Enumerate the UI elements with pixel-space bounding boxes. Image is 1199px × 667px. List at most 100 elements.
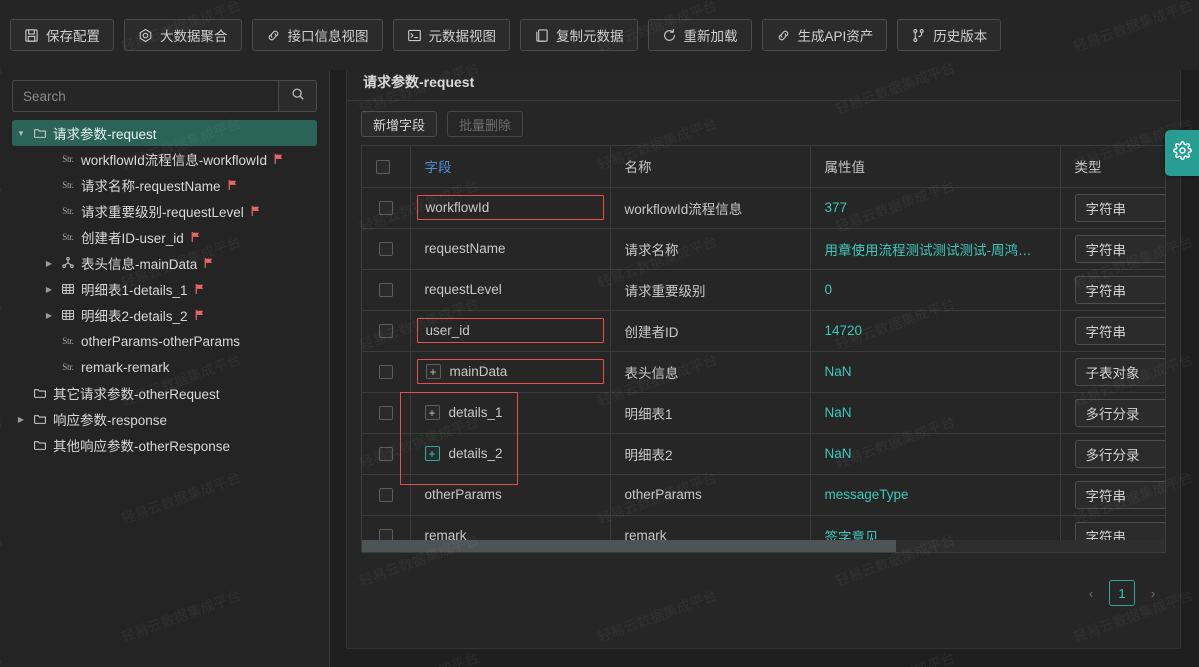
toolbar-button-7[interactable]: 生成API资产	[761, 19, 888, 51]
row-expand-icon[interactable]: +	[424, 446, 440, 461]
type-select-value: 字符串	[1085, 324, 1127, 340]
name-column-cell[interactable]: 表头信息	[610, 351, 811, 393]
tree-item-6[interactable]: ▶ 表头信息-mainData	[12, 250, 317, 276]
row-checkbox[interactable]	[378, 529, 393, 540]
search-button[interactable]	[278, 81, 316, 111]
toolbar-button-1[interactable]: 保存配置	[10, 19, 114, 51]
tree-item-10[interactable]: Str. remark-remark	[12, 354, 317, 380]
table-hscrollbar[interactable]	[361, 540, 1166, 553]
value-column-cell[interactable]: NaN	[810, 351, 1061, 393]
table-row: + mainData 表头信息 NaN 子表对象▼	[362, 351, 1165, 393]
search-input[interactable]	[13, 81, 278, 111]
toolbar-button-6[interactable]: 重新加载	[647, 19, 752, 51]
name-column-cell[interactable]: otherParams	[610, 474, 811, 516]
chevron-right-icon[interactable]: ▶	[40, 259, 58, 268]
field-column-cell[interactable]: + details_1	[410, 392, 611, 434]
value-column-cell[interactable]: 14720	[810, 310, 1061, 352]
name-column-cell[interactable]: 请求名称	[610, 228, 811, 270]
field-column-cell[interactable]: remark	[410, 515, 611, 540]
chevron-right-icon[interactable]: ▶	[40, 285, 58, 294]
chevron-right-icon[interactable]: ▶	[40, 311, 58, 320]
type-select[interactable]: 字符串▼	[1074, 316, 1165, 345]
tree-item-9[interactable]: Str. otherParams-otherParams	[12, 328, 317, 354]
toolbar-button-8[interactable]: 历史版本	[897, 19, 1002, 51]
row-expand-icon[interactable]: +	[424, 405, 440, 420]
field-column-cell[interactable]: user_id	[410, 310, 611, 352]
row-value[interactable]: 签字意见	[825, 530, 879, 541]
type-select[interactable]: 字符串▼	[1074, 193, 1165, 222]
field-column-cell[interactable]: workflowId	[410, 187, 611, 229]
name-column-cell[interactable]: 创建者ID	[610, 310, 811, 352]
tree-item-13[interactable]: 其他响应参数-otherResponse	[12, 432, 317, 458]
row-value[interactable]: 用章使用流程测试测试测试-周鸿孝...	[825, 239, 1043, 259]
row-value[interactable]: NaN	[825, 405, 852, 420]
pagination-prev[interactable]: ‹	[1080, 582, 1102, 604]
toolbar-button-5[interactable]: 复制元数据	[520, 19, 638, 51]
row-value[interactable]: 14720	[825, 323, 863, 338]
name-column-cell[interactable]: remark	[610, 515, 811, 540]
field-column-cell[interactable]: requestLevel	[410, 269, 611, 311]
pagination-page-1[interactable]: 1	[1109, 580, 1135, 606]
row-checkbox[interactable]	[378, 365, 393, 380]
row-value[interactable]: 377	[825, 200, 848, 215]
table-hscrollbar-thumb[interactable]	[362, 540, 896, 552]
toolbar-button-4[interactable]: 元数据视图	[392, 19, 510, 51]
tree-item-11[interactable]: 其它请求参数-otherRequest	[12, 380, 317, 406]
value-column-cell[interactable]: messageType	[810, 474, 1061, 516]
table-actions: 新增字段 批量删除	[347, 101, 1180, 145]
row-value[interactable]: NaN	[825, 446, 852, 461]
add-field-button[interactable]: 新增字段	[361, 111, 438, 137]
row-value[interactable]: 0	[825, 282, 833, 297]
chevron-down-icon[interactable]: ▼	[12, 129, 30, 138]
row-checkbox[interactable]	[378, 283, 393, 298]
tree-item-5[interactable]: Str. 创建者ID-user_id	[12, 224, 317, 250]
tree-item-2[interactable]: Str. workflowId流程信息-workflowId	[12, 146, 317, 172]
row-checkbox[interactable]	[378, 447, 393, 462]
name-column-cell[interactable]: 明细表2	[610, 433, 811, 475]
row-checkbox[interactable]	[378, 406, 393, 421]
field-column-cell[interactable]: requestName	[410, 228, 611, 270]
field-column-cell[interactable]: + details_2	[410, 433, 611, 475]
settings-float-button[interactable]	[1165, 130, 1199, 176]
tree-item-12[interactable]: ▶ 响应参数-response	[12, 406, 317, 432]
row-checkbox[interactable]	[378, 201, 393, 216]
batch-delete-button[interactable]: 批量删除	[447, 111, 524, 137]
search-box[interactable]	[12, 80, 317, 112]
type-select[interactable]: 字符串▼	[1074, 521, 1165, 540]
row-value[interactable]: NaN	[825, 364, 852, 379]
field-column-cell[interactable]: + mainData	[410, 351, 611, 393]
type-select[interactable]: 字符串▼	[1074, 275, 1165, 304]
field-column-cell[interactable]: otherParams	[410, 474, 611, 516]
tree-item-7[interactable]: ▶ 明细表1-details_1	[12, 276, 317, 302]
save-icon	[24, 28, 39, 43]
pagination-next[interactable]: ›	[1142, 582, 1164, 604]
value-column-cell[interactable]: NaN	[810, 433, 1061, 475]
name-column-cell[interactable]: workflowId流程信息	[610, 187, 811, 229]
type-select[interactable]: 多行分录▼	[1074, 398, 1165, 427]
value-column-cell[interactable]: 377	[810, 187, 1061, 229]
tree-item-3[interactable]: Str. 请求名称-requestName	[12, 172, 317, 198]
row-checkbox[interactable]	[378, 324, 393, 339]
row-expand-icon[interactable]: +	[425, 364, 441, 379]
row-checkbox[interactable]	[378, 488, 393, 503]
tree-item-4[interactable]: Str. 请求重要级别-requestLevel	[12, 198, 317, 224]
toolbar-button-2[interactable]: 大数据聚合	[124, 19, 242, 51]
value-column-cell[interactable]: 0	[810, 269, 1061, 311]
chevron-right-icon[interactable]: ▶	[12, 415, 30, 424]
value-column-cell[interactable]: 用章使用流程测试测试测试-周鸿孝...	[810, 228, 1061, 270]
name-column-cell[interactable]: 明细表1	[610, 392, 811, 434]
select-all-checkbox[interactable]	[376, 159, 390, 174]
tree-item-1[interactable]: ▼ 请求参数-request	[12, 120, 317, 146]
value-column-cell[interactable]: NaN	[810, 392, 1061, 434]
value-column-cell[interactable]: 签字意见	[810, 515, 1061, 541]
type-select[interactable]: 多行分录▼	[1074, 439, 1165, 468]
type-select[interactable]: 字符串▼	[1074, 480, 1165, 509]
tree-item-8[interactable]: ▶ 明细表2-details_2	[12, 302, 317, 328]
type-select[interactable]: 字符串▼	[1074, 234, 1165, 263]
name-column-cell[interactable]: 请求重要级别	[610, 269, 811, 311]
row-checkbox[interactable]	[378, 242, 393, 257]
row-name: 明细表1	[624, 406, 673, 422]
type-select[interactable]: 子表对象▼	[1074, 357, 1165, 386]
row-value[interactable]: messageType	[825, 487, 909, 502]
toolbar-button-3[interactable]: 接口信息视图	[251, 19, 383, 51]
